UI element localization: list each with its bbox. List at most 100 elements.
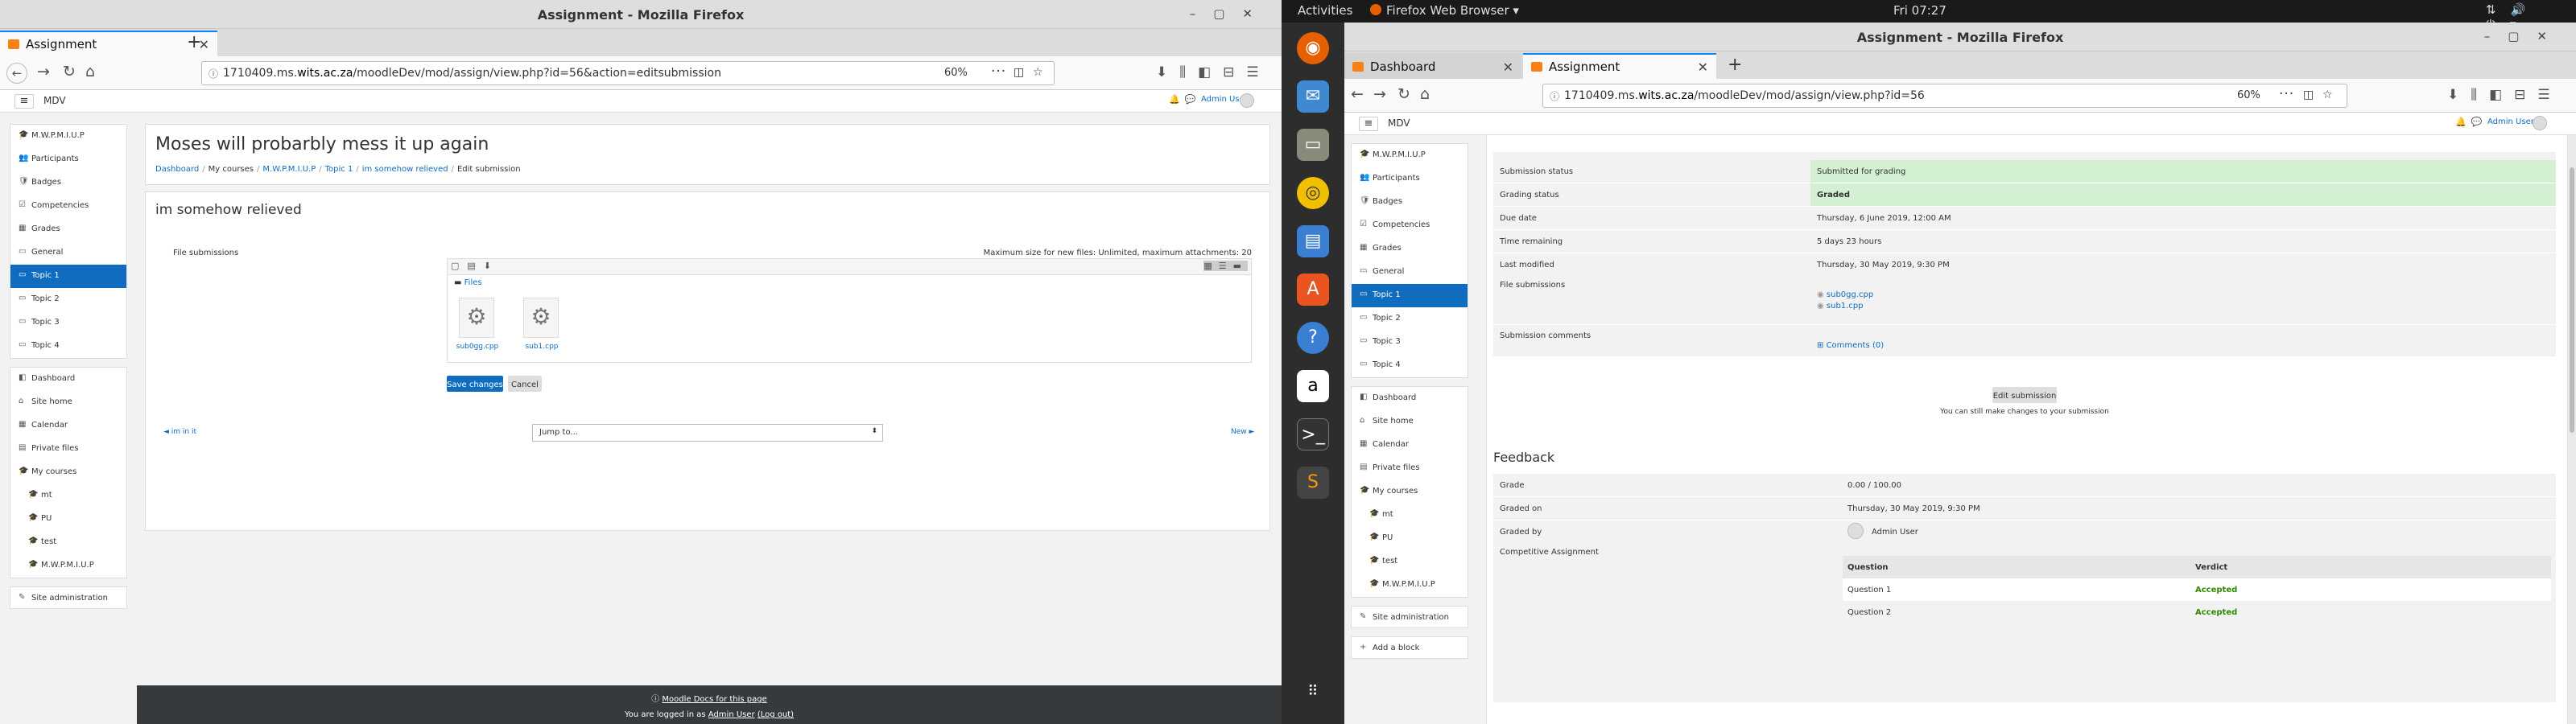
reload-button[interactable]: ↻ (63, 63, 76, 80)
breadcrumb-item[interactable]: M.W.P.M.I.U.P (262, 165, 316, 174)
new-tab-button[interactable]: + (1728, 55, 1742, 75)
nav-item-topic-1[interactable]: ▭ Topic 1 (10, 265, 126, 288)
clock[interactable]: Fri 07:27 (1893, 3, 1946, 18)
file-name[interactable]: sub1.cpp (514, 343, 570, 351)
files-icon[interactable]: ▭ (1297, 129, 1329, 161)
logout-link[interactable]: (Log out) (758, 710, 794, 719)
nav-item-badges[interactable]: 🛡 Badges (10, 171, 126, 195)
site-brand[interactable]: MDV (1388, 117, 1410, 129)
nav-item-general[interactable]: ▭ General (10, 241, 126, 265)
close-tab-icon[interactable]: ✕ (1503, 60, 1513, 75)
file-cpp-icon[interactable]: ⚙ (523, 298, 559, 338)
save-changes-button[interactable]: Save changes (447, 376, 503, 392)
nav-item-m-w-p-m-i-u-p[interactable]: 🎓 M.W.P.M.I.U.P (1352, 144, 1468, 167)
file-name[interactable]: sub0gg.cpp (449, 343, 506, 351)
new-tab-button[interactable]: + (187, 32, 201, 52)
nav-item-general[interactable]: ▭ General (1352, 261, 1468, 284)
jump-to-select[interactable]: Jump to... ⬍ (532, 424, 883, 442)
menu-toggle-icon[interactable]: ≡ (1359, 117, 1378, 131)
comments-link[interactable]: Comments (0) (1827, 341, 1885, 350)
pocket-icon[interactable]: ◫ (2303, 88, 2314, 101)
forward-button[interactable]: → (37, 63, 50, 80)
nav-item-m-w-p-m-i-u-p[interactable]: 🎓 M.W.P.M.I.U.P (10, 554, 126, 578)
next-activity-link[interactable]: New ► (1231, 428, 1254, 436)
reload-button[interactable]: ↻ (1397, 85, 1410, 103)
notification-icons[interactable]: 🔔💬 (2455, 117, 2487, 127)
scrollbar[interactable] (2568, 135, 2576, 724)
activities-button[interactable]: Activities (1298, 3, 1352, 18)
nav-item-private-files[interactable]: ▤ Private files (1352, 457, 1468, 480)
nav-item-test[interactable]: 🎓 test (1352, 550, 1468, 574)
nav-item-topic-4[interactable]: ▭ Topic 4 (1352, 354, 1468, 377)
nav-item-topic-4[interactable]: ▭ Topic 4 (10, 335, 126, 358)
info-icon[interactable]: ⓘ (1550, 89, 1559, 103)
zoom-level[interactable]: 60% (944, 67, 968, 79)
sublime-text-icon[interactable]: S (1297, 467, 1329, 499)
nav-item-test[interactable]: 🎓 test (10, 531, 126, 554)
nav-item-topic-3[interactable]: ▭ Topic 3 (1352, 331, 1468, 354)
info-icon[interactable]: ⓘ (208, 67, 218, 80)
app-menu[interactable]: Firefox Web Browser ▾ (1386, 3, 1519, 18)
home-button[interactable]: ⌂ (85, 63, 95, 80)
nav-item-private-files[interactable]: ▤ Private files (10, 438, 126, 461)
window-controls[interactable]: –▢✕ (2484, 29, 2565, 43)
comments-toggle[interactable]: ⊞ Comments (0) (1817, 341, 1884, 350)
submitted-file[interactable]: ◉ sub1.cpp (1817, 302, 1864, 311)
software-center-icon[interactable]: A (1297, 274, 1329, 306)
toolbar-icons[interactable]: ⬇⫼◧⊟☰ (1156, 64, 1271, 80)
tab-dashboard[interactable]: Dashboard ✕ (1344, 53, 1521, 79)
window-controls[interactable]: –▢✕ (1190, 6, 1270, 21)
back-button[interactable]: ← (6, 63, 27, 84)
file-link[interactable]: sub0gg.cpp (1827, 290, 1873, 299)
file-link[interactable]: sub1.cpp (1827, 302, 1864, 311)
nav-item-topic-3[interactable]: ▭ Topic 3 (10, 311, 126, 335)
user-name[interactable]: Admin User (2487, 117, 2534, 126)
footer-user-link[interactable]: Admin User (708, 710, 755, 719)
nav-item-pu[interactable]: 🎓 PU (1352, 527, 1468, 550)
moodle-docs-link[interactable]: Moodle Docs for this page (662, 695, 766, 704)
file-cpp-icon[interactable]: ⚙ (459, 298, 494, 338)
nav-item-calendar[interactable]: ▦ Calendar (10, 414, 126, 438)
bookmark-star-icon[interactable]: ☆ (1033, 66, 1044, 79)
amazon-icon[interactable]: a (1297, 370, 1329, 402)
breadcrumb-item[interactable]: im somehow relieved (362, 165, 448, 174)
nav-item-my-courses[interactable]: 🎓 My courses (10, 461, 126, 484)
nav-item-m-w-p-m-i-u-p[interactable]: 🎓 M.W.P.M.I.U.P (10, 125, 126, 148)
terminal-icon[interactable]: >_ (1297, 418, 1329, 450)
scrollbar-thumb[interactable] (2570, 167, 2574, 433)
nav-site-administration[interactable]: ✎ Site administration (10, 587, 126, 611)
url-bar[interactable]: ⓘ 1710409.ms.wits.ac.za/moodleDev/mod/as… (1542, 84, 2347, 108)
nav-item-competencies[interactable]: ☑ Competencies (10, 195, 126, 218)
nav-item-grades[interactable]: ▦ Grades (10, 218, 126, 241)
nav-item-grades[interactable]: ▦ Grades (1352, 237, 1468, 261)
notification-icons[interactable]: 🔔💬 (1169, 94, 1200, 105)
forward-button[interactable]: → (1373, 85, 1386, 103)
tab-assignment[interactable]: Assignment ✕ (1523, 53, 1716, 79)
nav-item-m-w-p-m-i-u-p[interactable]: 🎓 M.W.P.M.I.U.P (1352, 574, 1468, 597)
nav-item-my-courses[interactable]: 🎓 My courses (1352, 480, 1468, 504)
thunderbird-icon[interactable]: ✉ (1297, 80, 1329, 113)
nav-item-participants[interactable]: 👥 Participants (1352, 167, 1468, 191)
page-actions-icon[interactable]: ··· (991, 64, 1006, 80)
rhythmbox-icon[interactable]: ◎ (1297, 177, 1329, 209)
nav-item-site-home[interactable]: ⌂ Site home (1352, 410, 1468, 434)
nav-item-participants[interactable]: 👥 Participants (10, 148, 126, 171)
avatar[interactable] (2533, 116, 2547, 130)
nav-item-topic-1[interactable]: ▭ Topic 1 (1352, 284, 1468, 307)
zoom-level[interactable]: 60% (2237, 89, 2260, 101)
nav-item-badges[interactable]: 🛡 Badges (1352, 191, 1468, 214)
close-tab-icon[interactable]: ✕ (1698, 60, 1708, 75)
nav-item-mt[interactable]: 🎓 mt (1352, 504, 1468, 527)
show-apps-icon[interactable]: ⠿ (1297, 676, 1329, 708)
toolbar-icons[interactable]: ⬇⫼◧⊟☰ (2447, 87, 2562, 103)
writer-icon[interactable]: ▤ (1297, 225, 1329, 257)
url-bar[interactable]: ⓘ 1710409.ms.wits.ac.za/moodleDev/mod/as… (201, 61, 1055, 85)
nav-item-site-home[interactable]: ⌂ Site home (10, 391, 126, 414)
nav-item-calendar[interactable]: ▦ Calendar (1352, 434, 1468, 457)
view-mode-icons[interactable]: ▦☰▬ (1203, 261, 1248, 271)
page-actions-icon[interactable]: ··· (2279, 86, 2294, 102)
site-brand[interactable]: MDV (43, 95, 66, 106)
submitted-file[interactable]: ◉ sub0gg.cpp (1817, 290, 1873, 299)
add-file-icons[interactable]: ▢▤⬇ (451, 261, 499, 271)
nav-item-mt[interactable]: 🎓 mt (10, 484, 126, 508)
